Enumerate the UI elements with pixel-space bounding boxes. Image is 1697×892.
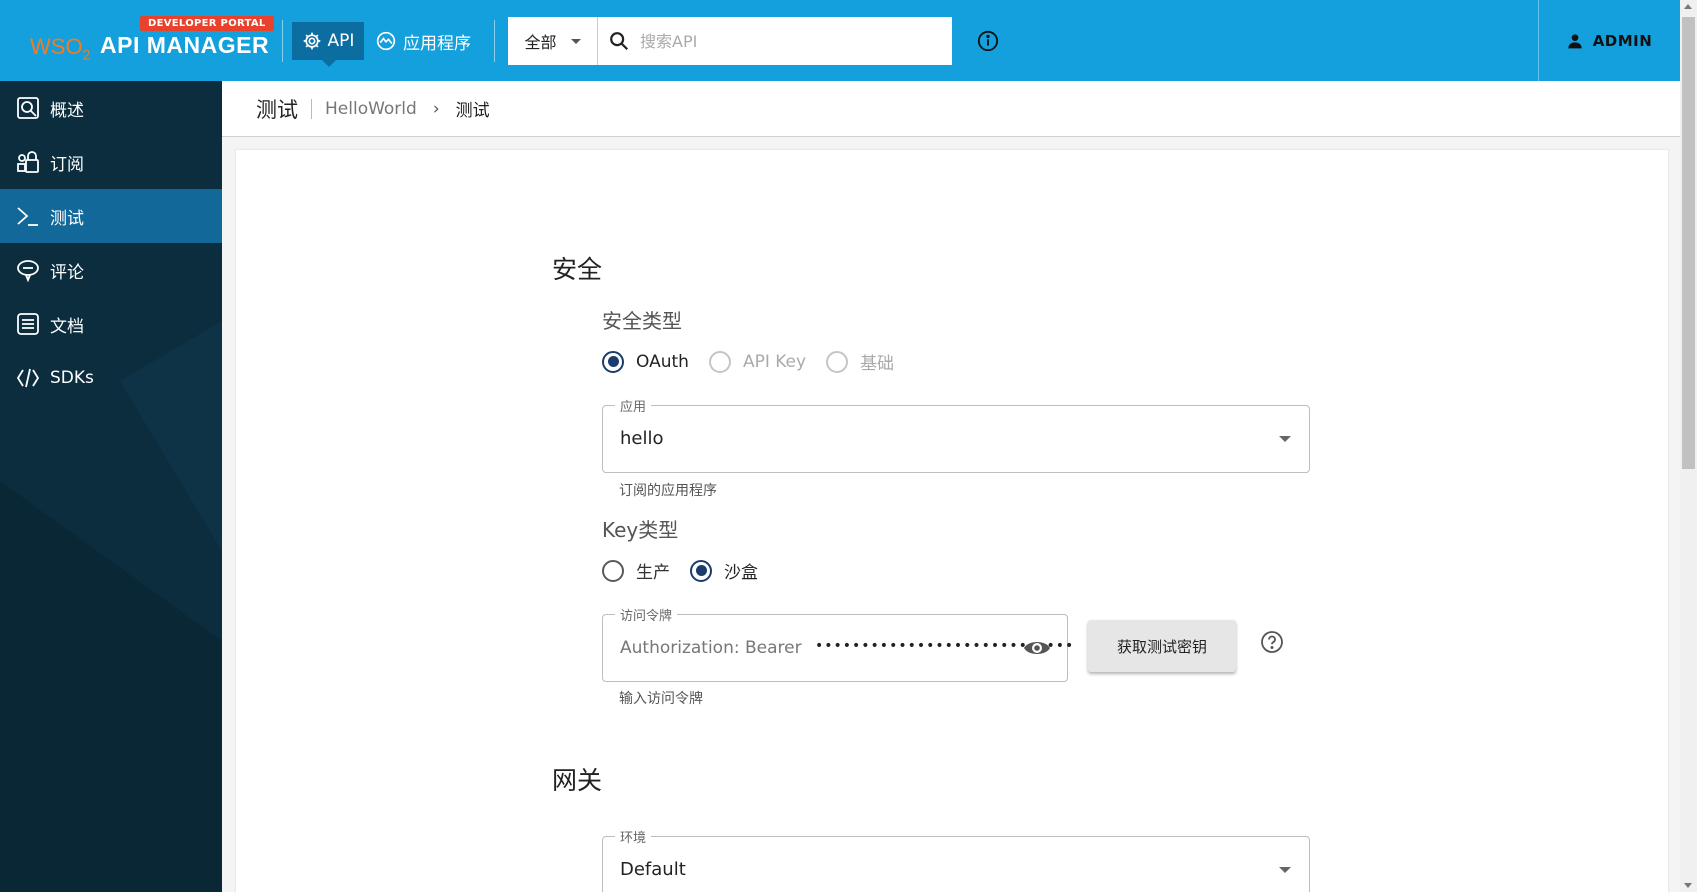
scrollbar-thumb[interactable] bbox=[1682, 17, 1695, 469]
key-type-group: 生产 沙盒 bbox=[602, 558, 778, 583]
header-divider bbox=[282, 20, 283, 62]
chevron-down-icon bbox=[1279, 436, 1291, 442]
try-out-panel: 安全 安全类型 OAuth API Key 基础 应用 hello 订阅的应用程… bbox=[236, 150, 1668, 892]
radio-checked-icon bbox=[690, 559, 712, 582]
help-icon[interactable] bbox=[1260, 630, 1284, 654]
radio-unchecked-icon bbox=[826, 350, 849, 373]
breadcrumb-divider bbox=[311, 98, 312, 119]
wso2-wordmark: WSO2 bbox=[30, 34, 91, 63]
access-token-helper-text: 输入访问令牌 bbox=[619, 691, 703, 707]
sidebar-item-label: 概述 bbox=[50, 100, 84, 121]
sidebar-item-subscriptions[interactable]: 订阅 bbox=[0, 135, 222, 189]
page-scrollbar[interactable] bbox=[1680, 0, 1697, 892]
key-type-sandbox-radio[interactable]: 沙盒 bbox=[690, 558, 758, 583]
application-select[interactable]: 应用 hello bbox=[602, 396, 1310, 473]
sidebar-item-label: 测试 bbox=[50, 208, 84, 229]
access-token-field[interactable]: 访问令牌 Authorization: Bearer •••••••••••••… bbox=[602, 605, 1073, 682]
chevron-down-icon bbox=[1279, 867, 1291, 873]
terminal-icon bbox=[17, 207, 38, 226]
top-header: DEVELOPER PORTAL WSO2 API MANAGER API 应用… bbox=[0, 0, 1680, 81]
app-root: DEVELOPER PORTAL WSO2 API MANAGER API 应用… bbox=[0, 0, 1697, 892]
application-legend: 应用 bbox=[615, 396, 652, 415]
code-icon bbox=[16, 368, 40, 388]
environment-select[interactable]: 环境 Default bbox=[602, 827, 1310, 892]
sidebar-item-overview[interactable]: 概述 bbox=[0, 81, 222, 135]
search-scope-select[interactable]: 全部 bbox=[508, 17, 598, 65]
security-section-title: 安全 bbox=[552, 255, 603, 284]
subscriptions-icon bbox=[17, 151, 39, 173]
chevron-right-icon: › bbox=[432, 98, 440, 119]
developer-portal-badge: DEVELOPER PORTAL bbox=[140, 16, 274, 31]
scroll-down-icon[interactable] bbox=[1684, 883, 1692, 888]
security-type-oauth-radio[interactable]: OAuth bbox=[602, 350, 689, 373]
access-token-legend: 访问令牌 bbox=[615, 605, 678, 624]
key-type-label: Key类型 bbox=[602, 518, 679, 542]
security-type-label: 安全类型 bbox=[602, 309, 682, 333]
header-divider bbox=[494, 20, 495, 62]
overview-icon bbox=[17, 97, 39, 119]
eye-icon[interactable] bbox=[1023, 637, 1051, 659]
search-bar: 全部 bbox=[508, 17, 952, 65]
info-icon[interactable] bbox=[977, 30, 999, 52]
radio-label: API Key bbox=[742, 351, 807, 372]
radio-label: 沙盒 bbox=[724, 563, 758, 583]
security-type-apikey-radio[interactable]: API Key bbox=[708, 350, 807, 373]
authorization-bearer-prefix: Authorization: Bearer bbox=[620, 638, 802, 658]
search-scope-value: 全部 bbox=[524, 33, 557, 52]
application-value: hello bbox=[620, 428, 664, 449]
radio-label: 生产 bbox=[636, 563, 670, 583]
sidebar-item-comments[interactable]: 评论 bbox=[0, 243, 222, 297]
breadcrumb: 测试 HelloWorld › 测试 bbox=[222, 81, 1680, 137]
gateway-section-title: 网关 bbox=[552, 766, 603, 795]
left-sidebar: 概述 订阅 测试 评论 文档 SDKs bbox=[0, 81, 222, 892]
search-field bbox=[598, 17, 952, 65]
sidebar-item-label: 文档 bbox=[50, 316, 84, 337]
document-icon bbox=[17, 313, 39, 335]
wso2-logo[interactable]: DEVELOPER PORTAL WSO2 API MANAGER bbox=[30, 16, 274, 66]
environment-value: Default bbox=[620, 859, 686, 880]
radio-unchecked-icon bbox=[602, 559, 624, 582]
page-title: 测试 bbox=[256, 97, 298, 122]
radio-label: 基础 bbox=[860, 354, 895, 374]
user-name: ADMIN bbox=[1592, 31, 1653, 50]
comment-icon bbox=[17, 260, 39, 282]
sidebar-item-label: 评论 bbox=[50, 262, 84, 283]
key-type-production-radio[interactable]: 生产 bbox=[602, 558, 670, 583]
breadcrumb-api-link[interactable]: HelloWorld bbox=[325, 99, 417, 119]
nav-api-label: API bbox=[327, 31, 355, 51]
chevron-down-icon bbox=[570, 38, 581, 44]
sidebar-item-label: 订阅 bbox=[50, 154, 84, 175]
search-input[interactable] bbox=[640, 31, 940, 51]
radio-unchecked-icon bbox=[708, 350, 731, 373]
nav-api-button[interactable]: API bbox=[292, 22, 364, 67]
sidebar-item-sdks[interactable]: SDKs bbox=[0, 351, 222, 405]
sidebar-item-documents[interactable]: 文档 bbox=[0, 297, 222, 351]
nav-applications-button[interactable]: 应用程序 bbox=[376, 22, 471, 60]
application-helper-text: 订阅的应用程序 bbox=[619, 483, 717, 499]
scroll-up-icon[interactable] bbox=[1684, 4, 1692, 9]
search-icon bbox=[610, 32, 629, 51]
sidebar-item-label: SDKs bbox=[50, 368, 94, 388]
user-icon bbox=[1568, 33, 1582, 48]
api-manager-wordmark: API MANAGER bbox=[100, 32, 270, 58]
environment-legend: 环境 bbox=[615, 827, 652, 846]
nav-applications-label: 应用程序 bbox=[403, 33, 471, 54]
breadcrumb-current: 测试 bbox=[455, 101, 490, 121]
radio-checked-icon bbox=[602, 350, 624, 373]
gear-icon bbox=[303, 32, 320, 50]
user-menu-button[interactable]: ADMIN bbox=[1538, 0, 1680, 81]
security-type-basic-radio[interactable]: 基础 bbox=[826, 349, 894, 374]
security-type-group: OAuth API Key 基础 bbox=[602, 349, 914, 374]
sidebar-item-test[interactable]: 测试 bbox=[0, 189, 222, 243]
applications-icon bbox=[376, 31, 396, 51]
get-test-key-button[interactable]: 获取测试密钥 bbox=[1088, 620, 1236, 672]
radio-label: OAuth bbox=[636, 351, 689, 372]
